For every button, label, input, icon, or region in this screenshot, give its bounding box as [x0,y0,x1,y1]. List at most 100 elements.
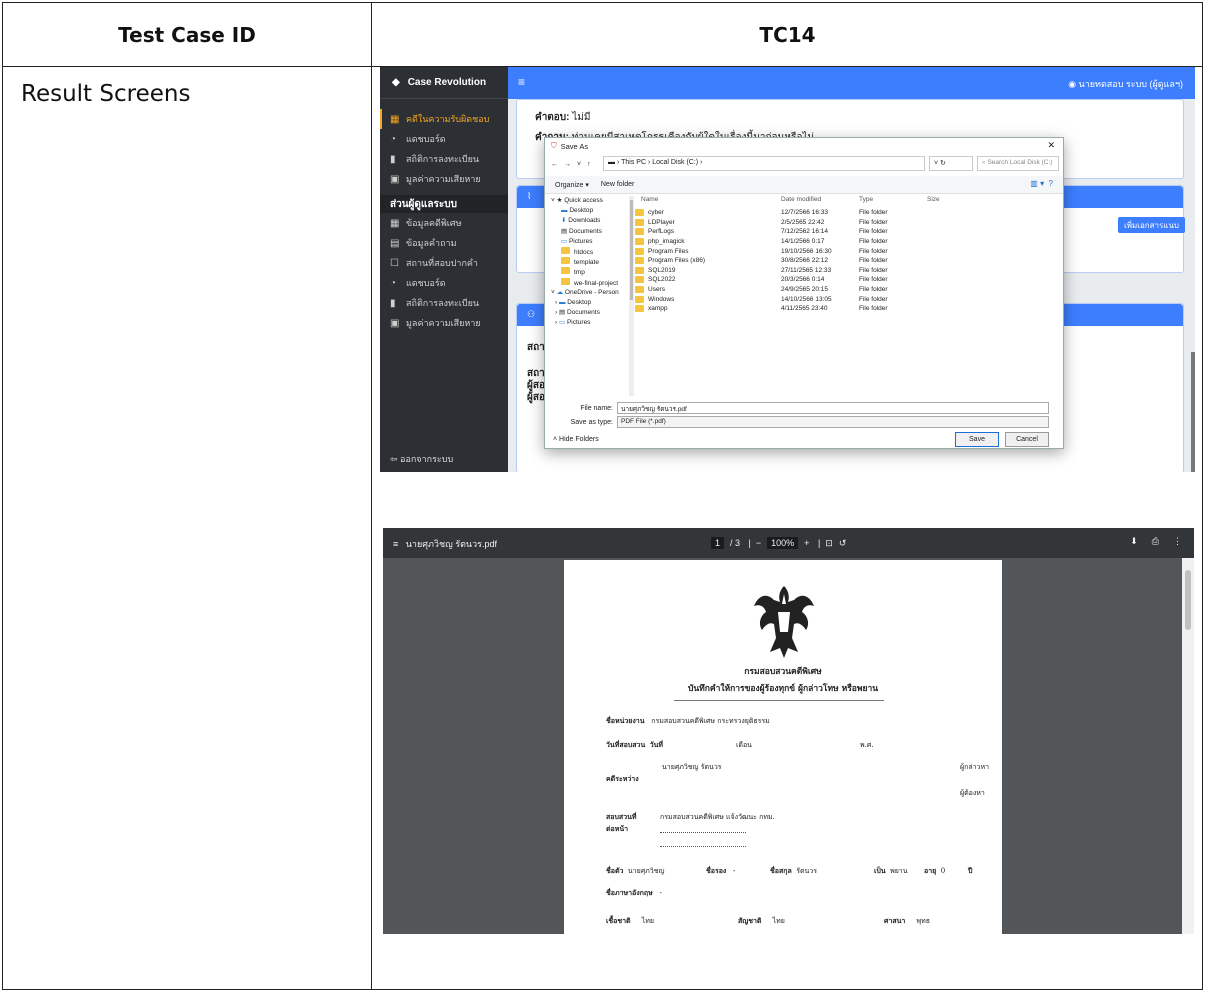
sidebar-item-places[interactable]: ☐ สถานที่สอบปากคำ [380,253,508,273]
tree-label: Documents [568,227,602,235]
sidebar-item-cases[interactable]: ▦ คดีในความรับผิดชอบ [380,109,508,129]
zoom-input[interactable]: 100% [767,537,799,549]
refresh-button[interactable]: ˅ ↻ [929,156,973,171]
tree-item[interactable]: we-final-project [547,277,627,288]
date-label: วันที่สอบสวน [606,740,646,749]
file-row[interactable]: LDPlayer 2/5/2565 22:42 File folder [635,218,965,228]
file-row[interactable]: xampp 4/11/2565 23:40 File folder [635,304,965,314]
nation-value: ไทย [772,917,785,925]
search-input[interactable]: ⌕ Search Local Disk (C:) [977,156,1059,171]
hide-folders-label: Hide Folders [559,436,599,443]
file-row[interactable]: Users 24/9/2565 20:15 File folder [635,285,965,295]
header-test-case-value: TC14 [759,22,816,47]
chat-icon: ▤ [390,237,400,249]
sidebar-item-admin-damage[interactable]: ▣ มูลค่าความเสียหาย [380,313,508,333]
tree-item[interactable]: htdocs [547,246,627,257]
add-document-button[interactable]: เพิ่มเอกสารแนบ [1117,217,1185,233]
save-type-select[interactable]: PDF File (*.pdf) [617,416,1049,428]
place-value: กรมสอบสวนคดีพิเศษ แจ้งวัฒนะ กทม. [660,813,775,821]
column-type[interactable]: Type [859,196,873,203]
file-row[interactable]: SQL2022 20/3/2566 0:14 File folder [635,275,965,285]
help-icon[interactable]: ▥ ▾ ? [1030,179,1053,188]
close-icon[interactable]: ✕ [1047,140,1055,151]
tree-item[interactable]: template [547,257,627,267]
mname-value: - [733,867,736,875]
folder-icon [561,267,570,275]
file-name-text: xampp [648,305,668,313]
file-row[interactable]: Program Files (x86) 30/8/2566 22:12 File f… [635,256,965,266]
sidebar-item-stats[interactable]: ▮ สถิติการลงทะเบียน [380,149,508,169]
save-button[interactable]: Save [955,432,999,447]
sidebar-item-label: ข้อมูลคำถาม [406,238,457,248]
column-date[interactable]: Date modified [781,196,821,203]
drive-icon: ▬ › [608,159,622,166]
sidebar-item-label: สถิติการลงทะเบียน [406,154,480,164]
sidebar-item-admin-dashboard[interactable]: ◔ แดชบอร์ด [380,273,508,293]
file-row[interactable]: Windows 14/10/2566 13:05 File folder [635,294,965,304]
page-input[interactable]: 1 [711,537,725,549]
menu-icon[interactable]: ≡ [393,539,401,549]
more-icon[interactable]: ⋮ [1173,536,1182,547]
sidebar-item-special-cases[interactable]: ▦ ข้อมูลคดีพิเศษ [380,213,508,233]
tree-scrollbar[interactable] [629,196,634,396]
file-date: 7/12/2562 16:14 [781,228,828,236]
sidebar-item-damage[interactable]: ▣ มูลค่าความเสียหาย [380,169,508,189]
column-name[interactable]: Name [641,196,658,203]
file-date: 20/3/2566 0:14 [781,276,825,284]
party1: นายศุภวิชญ รัตนวร [662,763,722,771]
hamburger-icon[interactable]: ≡ [518,75,525,89]
logout-button[interactable]: ⇦ ออกจากระบบ [390,452,453,466]
hide-folders-button[interactable]: ˄ Hide Folders [553,436,599,443]
mname-row: ชื่อรอง - [706,866,735,877]
file-row[interactable]: php_imagick 14/1/2566 0:17 File folder [635,237,965,247]
forward-icon[interactable]: → [564,161,571,168]
day-label: วันที่ [649,740,664,749]
address-bar[interactable]: ▬ › This PC › Local Disk (C:) › [603,156,925,171]
title-underline [674,700,884,701]
pdf-doc-title: บันทึกคำให้การของผู้ร้องทุกข์ ผู้กล่าวโท… [687,684,879,694]
tree-item[interactable]: ˅ ★ Quick access [547,196,627,206]
folder-icon [635,305,644,313]
organize-button[interactable]: Organize ▾ [555,181,589,189]
race-value: ไทย [641,917,654,925]
file-row[interactable]: SQL2019 27/11/2565 12:33 File folder [635,266,965,276]
download-icon: ⬇ [561,217,567,225]
pdf-scrollbar[interactable] [1182,558,1194,934]
sidebar-item-dashboard[interactable]: ◔ แดชบอร์ด [380,129,508,149]
file-date: 14/1/2566 0:17 [781,238,825,246]
new-folder-button[interactable]: New folder [601,181,634,188]
tree-item[interactable]: ▬ Desktop [547,206,627,216]
cancel-button[interactable]: Cancel [1005,432,1049,447]
back-icon[interactable]: ← [551,161,558,168]
chevron-down-icon[interactable]: ˅ [577,161,581,168]
tree-item[interactable]: ˅ ☁ OneDrive - Person [547,288,627,298]
file-row[interactable]: Program Files 19/10/2566 16:30 File folder [635,246,965,256]
tree-item[interactable]: ▤ Documents [547,227,627,237]
save-as-dialog: ⛉ Save As ✕ ← → ˅ ↑ ▬ › This PC › Local D… [544,137,1064,449]
up-icon[interactable]: ↑ [587,161,591,168]
page-scrollbar[interactable] [1191,352,1195,472]
tree-item[interactable]: › ▤ Documents [547,308,627,318]
tree-item[interactable]: ▭ Pictures [547,237,627,247]
file-row[interactable]: PerfLogs 7/12/2562 16:14 File folder [635,227,965,237]
bar-chart-icon: ▮ [390,153,396,165]
tree-item[interactable]: ⬇ Downloads [547,216,627,226]
tree-item[interactable]: › ▭ Pictures [547,318,627,328]
zoom-out-icon[interactable]: | − [746,538,762,548]
download-icon[interactable]: ⬇ [1130,536,1138,547]
brand[interactable]: ◆ Case Revolution [380,67,508,99]
print-icon[interactable]: ⎙ [1152,536,1159,547]
tree-item[interactable]: tmp [547,267,627,277]
zoom-in-icon[interactable]: + [804,538,809,548]
race-label: เชื้อชาติ [606,916,631,925]
file-name-input[interactable]: นายศุภวิชญ รัตนวร.pdf [617,402,1049,414]
sidebar-item-questions[interactable]: ▤ ข้อมูลคำถาม [380,233,508,253]
folder-icon [635,238,644,246]
fit-page-icon[interactable]: | ⊡ [815,538,833,549]
tree-item[interactable]: › ▬ Desktop [547,298,627,308]
user-menu[interactable]: ◉ นายทดสอบ ระบบ (ผู้ดูแลฯ) [1068,77,1183,91]
column-size[interactable]: Size [927,196,940,203]
rotate-icon[interactable]: ↺ [839,538,847,549]
file-row[interactable]: cyber 12/7/2566 16:33 File folder [635,208,965,218]
sidebar-item-admin-stats[interactable]: ▮ สถิติการลงทะเบียน [380,293,508,313]
